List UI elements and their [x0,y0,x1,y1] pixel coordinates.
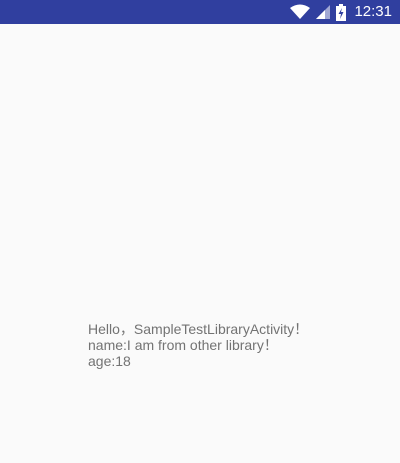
wifi-icon [290,4,311,20]
greeting-line: Hello，SampleTestLibraryActivity！ [88,321,309,337]
cellular-signal-icon [316,5,331,19]
name-line: name:I am from other library！ [88,337,278,353]
status-bar: 12:31 [0,0,400,24]
activity-content: Hello，SampleTestLibraryActivity！ name:I … [0,24,400,463]
age-line: age:18 [88,353,131,369]
battery-charging-icon [336,3,347,21]
greeting-text-block: Hello，SampleTestLibraryActivity！ name:I … [88,321,388,369]
status-icons: 12:31 [290,0,392,24]
status-clock: 12:31 [354,3,392,20]
